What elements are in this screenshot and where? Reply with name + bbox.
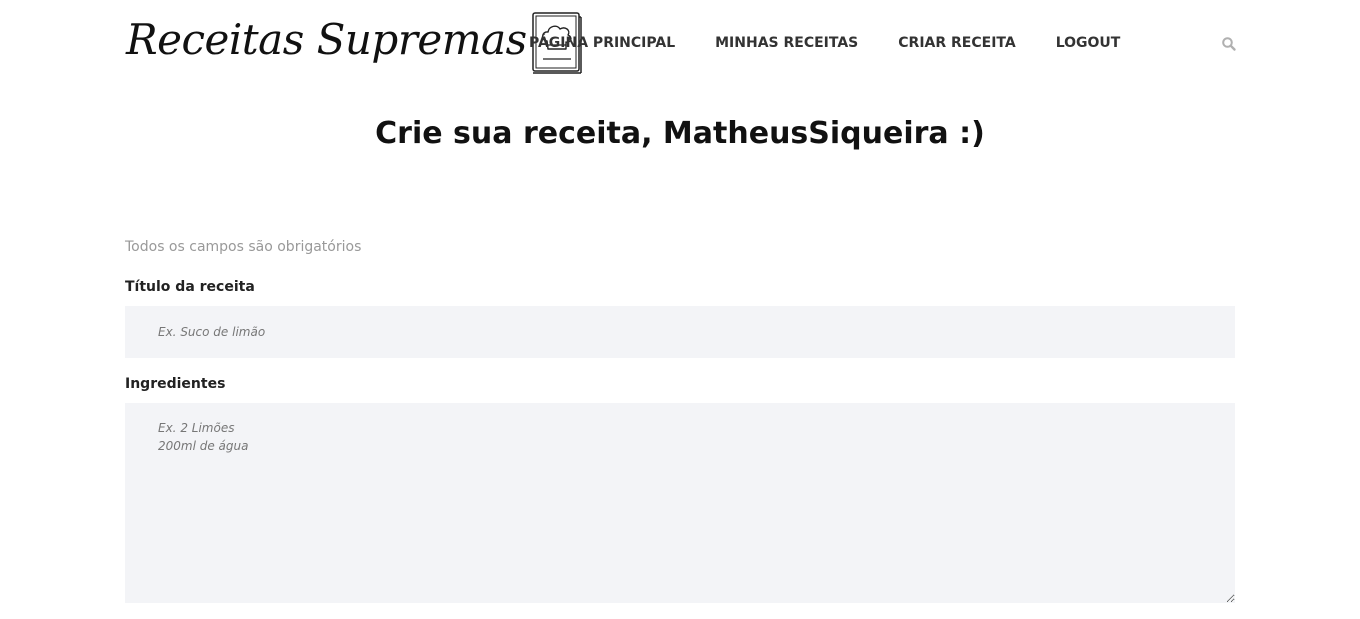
- page-title: Crie sua receita, MatheusSiqueira :): [375, 116, 985, 151]
- nav-item-my-recipes[interactable]: MINHAS RECEITAS: [715, 34, 858, 52]
- site-logo[interactable]: Receitas Supremas: [126, 10, 583, 76]
- site-header: Receitas Supremas PÁGINA PRINCIPAL MINHA…: [0, 0, 1360, 88]
- nav-item-logout[interactable]: LOGOUT: [1056, 34, 1121, 52]
- brand-name: Receitas Supremas: [126, 15, 527, 64]
- required-fields-hint: Todos os campos são obrigatórios: [125, 239, 362, 255]
- main-nav: PÁGINA PRINCIPAL MINHAS RECEITAS CRIAR R…: [529, 34, 1160, 52]
- create-recipe-form: Todos os campos são obrigatórios Título …: [125, 236, 1235, 603]
- search-icon[interactable]: [1221, 36, 1237, 52]
- recipe-title-input[interactable]: [125, 306, 1235, 358]
- ingredients-label: Ingredientes: [125, 376, 226, 392]
- recipe-title-label: Título da receita: [125, 279, 255, 295]
- nav-item-create-recipe[interactable]: CRIAR RECEITA: [898, 34, 1015, 52]
- ingredients-textarea[interactable]: [125, 403, 1235, 603]
- nav-item-home[interactable]: PÁGINA PRINCIPAL: [529, 34, 675, 52]
